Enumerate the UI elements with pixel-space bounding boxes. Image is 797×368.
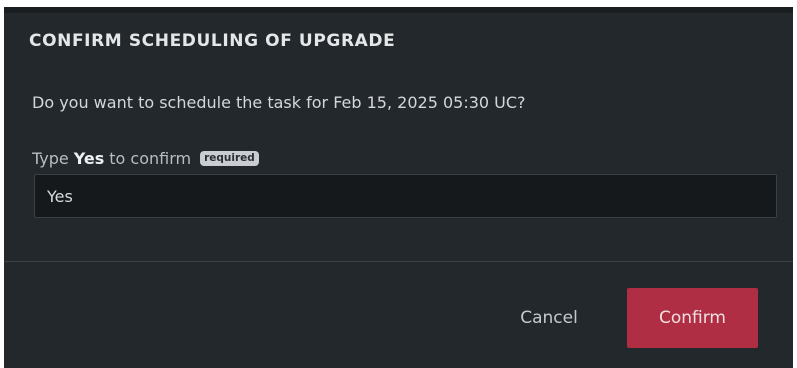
confirm-button[interactable]: Confirm <box>627 288 758 348</box>
dialog-footer: Cancel Confirm <box>4 262 793 368</box>
required-badge: required <box>200 151 259 166</box>
dialog-title: CONFIRM SCHEDULING OF UPGRADE <box>29 31 396 51</box>
dialog-question: Do you want to schedule the task for Feb… <box>32 93 526 112</box>
confirm-text-input[interactable] <box>34 174 777 218</box>
confirm-upgrade-dialog: CONFIRM SCHEDULING OF UPGRADE Do you wan… <box>4 7 793 368</box>
confirm-label-prefix: Type <box>32 149 69 168</box>
confirm-field-label: Type Yes to confirm required <box>32 149 259 168</box>
cancel-button[interactable]: Cancel <box>509 288 589 348</box>
dialog-top-strip <box>4 7 793 13</box>
confirm-label-keyword: Yes <box>73 149 105 168</box>
confirm-label-suffix: to confirm <box>109 149 192 168</box>
